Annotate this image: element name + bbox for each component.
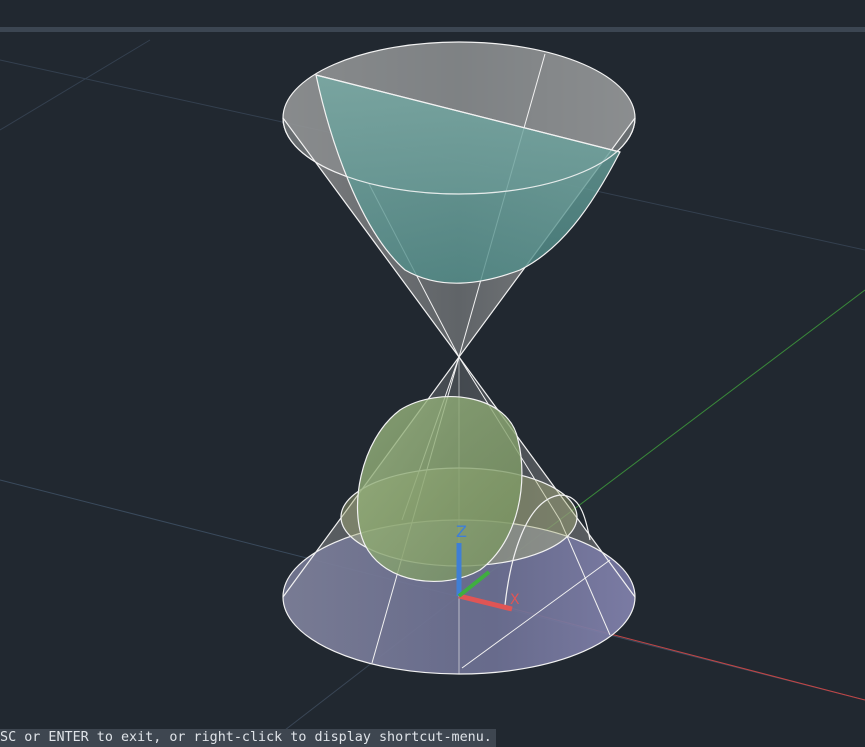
3d-scene[interactable]: Z X (0, 0, 865, 747)
command-line-prompt: ESC or ENTER to exit, or right-click to … (0, 729, 496, 747)
drawing-viewport[interactable]: Z X ESC or ENTER to exit, or right-click… (0, 0, 865, 747)
x-axis-label: X (510, 592, 520, 608)
ellipse-section[interactable] (356, 396, 523, 583)
command-line-text: ESC or ENTER to exit, or right-click to … (0, 730, 492, 745)
z-axis-label: Z (456, 522, 467, 541)
